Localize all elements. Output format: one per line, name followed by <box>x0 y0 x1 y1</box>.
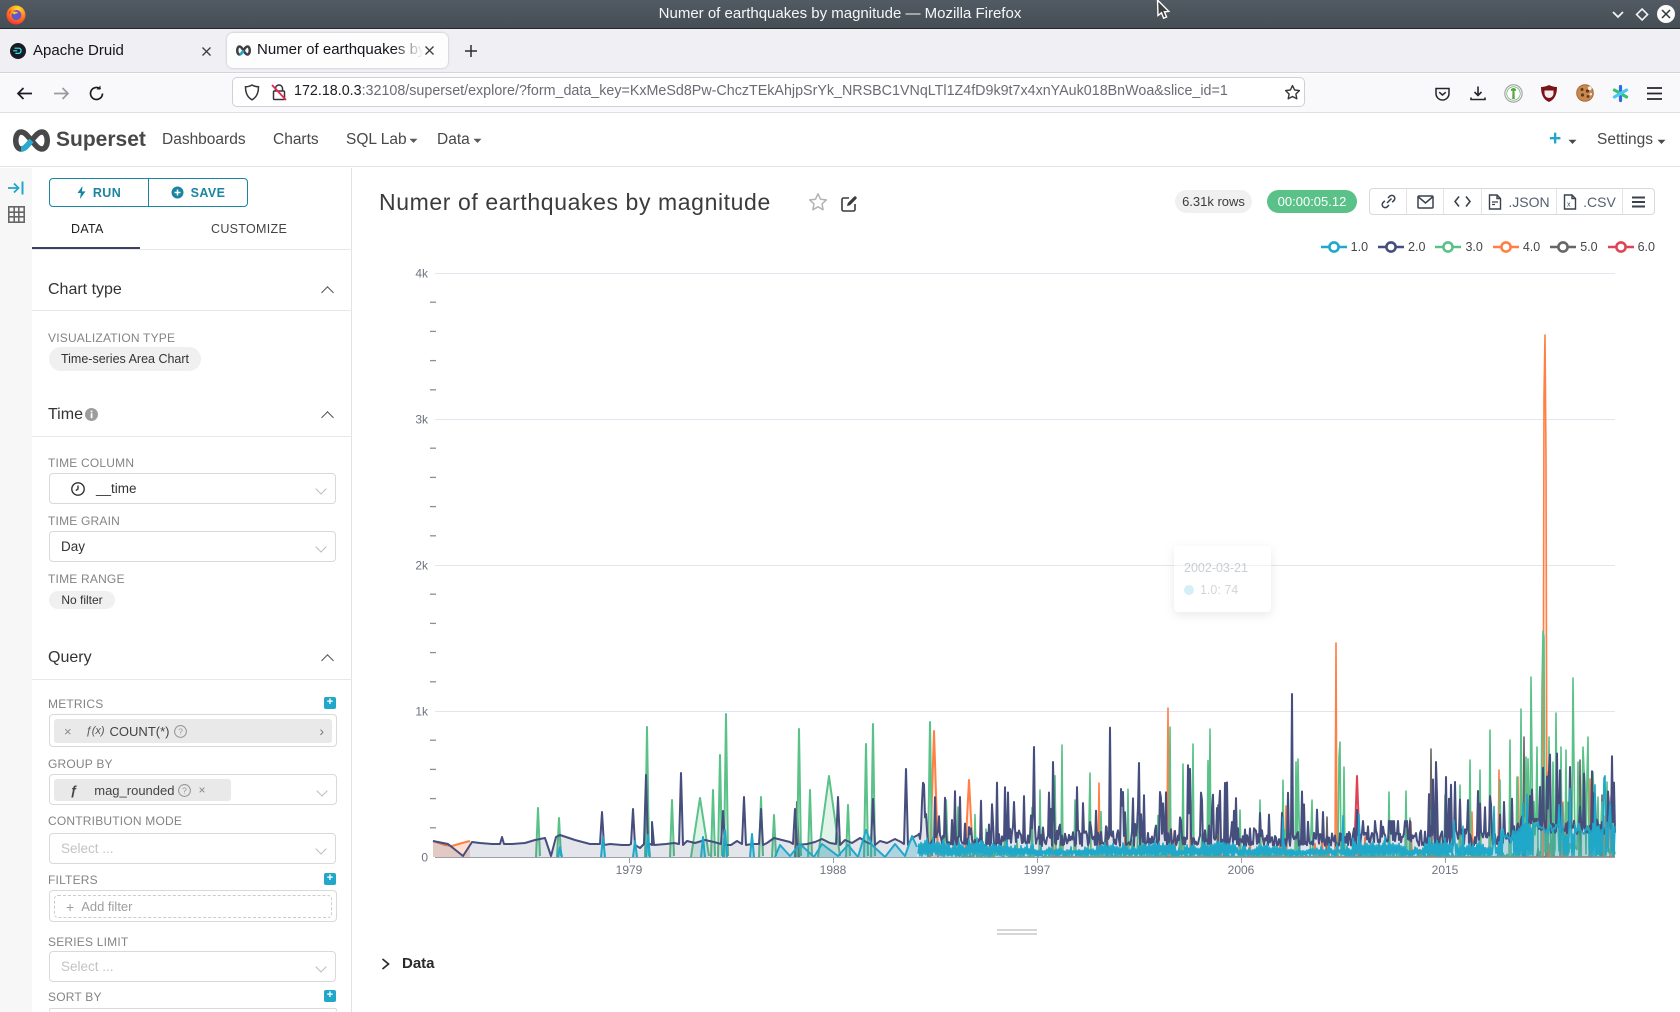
svg-text:1988: 1988 <box>820 863 847 877</box>
svg-text:1979: 1979 <box>616 863 643 877</box>
svg-text:2015: 2015 <box>1432 863 1459 877</box>
svg-text:?: ? <box>179 726 184 736</box>
svg-text:2k: 2k <box>415 559 429 573</box>
svg-text:3k: 3k <box>415 413 429 427</box>
svg-text:1k: 1k <box>415 705 429 719</box>
svg-text:?: ? <box>183 785 188 795</box>
svg-text:0: 0 <box>421 851 428 865</box>
svg-text:4k: 4k <box>415 267 429 281</box>
svg-text:2006: 2006 <box>1228 863 1255 877</box>
svg-text:x: x <box>1567 201 1571 208</box>
svg-text:1997: 1997 <box>1024 863 1051 877</box>
